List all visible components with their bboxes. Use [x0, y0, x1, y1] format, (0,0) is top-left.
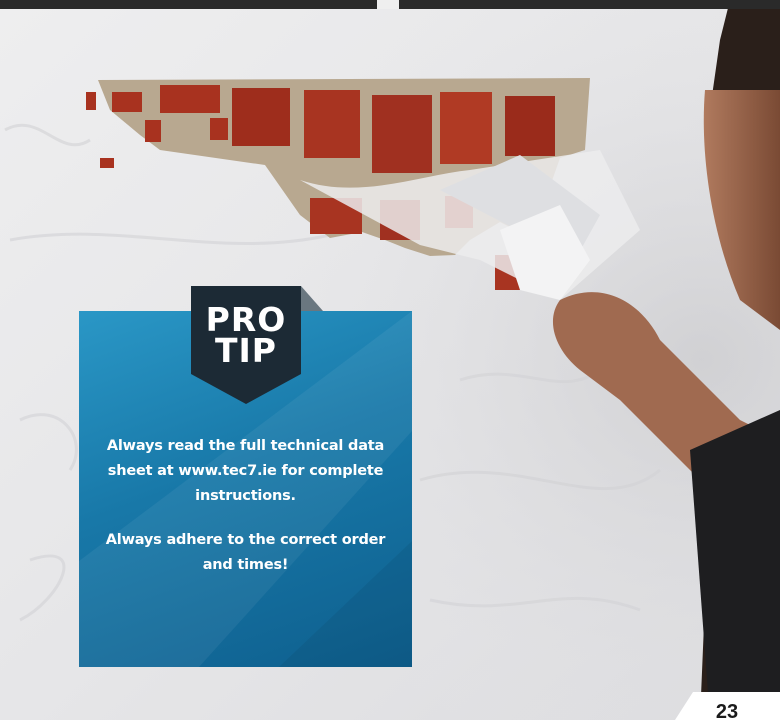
- pro-tip-badge-label: PRO TIP: [191, 303, 301, 370]
- page-number: 23: [715, 701, 739, 720]
- magazine-page: Always read the full technical data shee…: [0, 0, 780, 720]
- photo-divider: [377, 0, 399, 9]
- badge-line-tip: TIP: [215, 331, 277, 370]
- top-photo-strip: [0, 0, 780, 9]
- tip-paragraph: Always adhere to the correct order and t…: [105, 532, 386, 573]
- tip-paragraph: Always read the full technical data shee…: [106, 438, 385, 504]
- pro-tip-text: Always read the full technical data shee…: [99, 434, 392, 597]
